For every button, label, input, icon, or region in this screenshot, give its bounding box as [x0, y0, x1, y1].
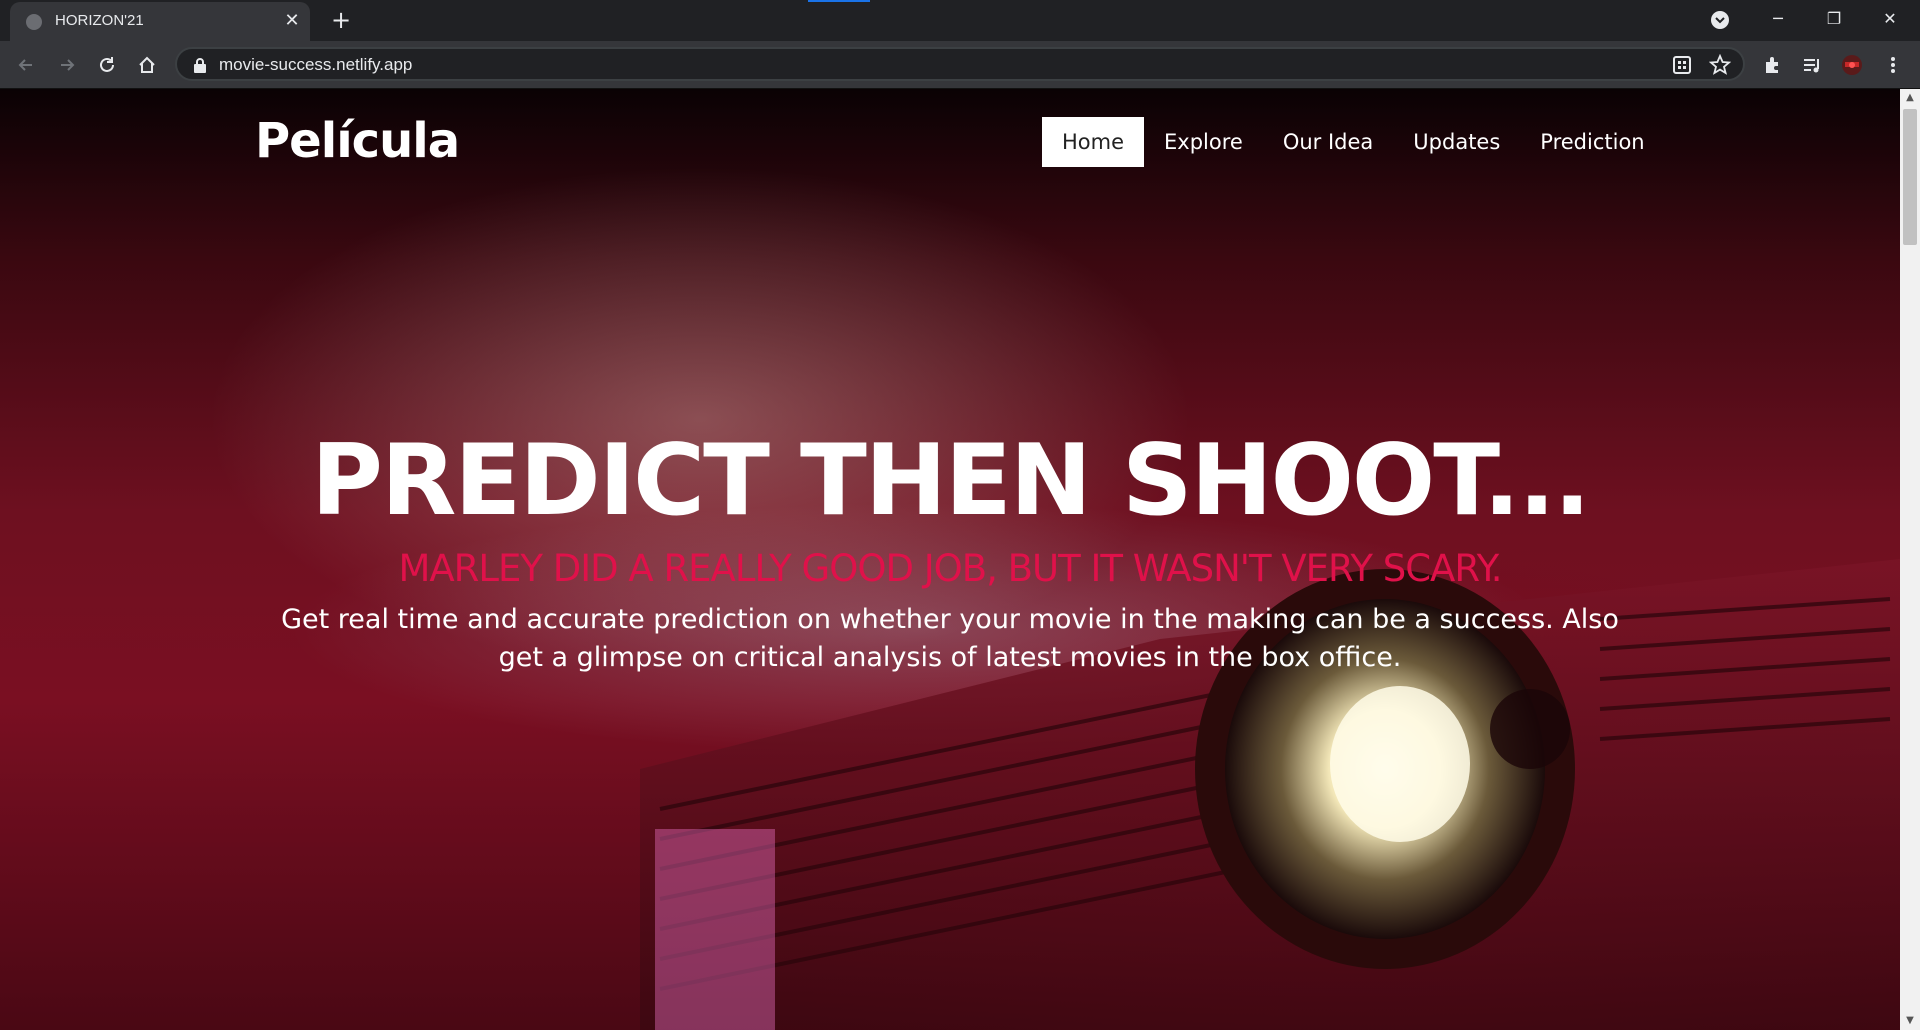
restore-button[interactable]: ❐: [1806, 0, 1862, 38]
main-nav: Home Explore Our Idea Updates Prediction: [1042, 117, 1665, 167]
back-icon[interactable]: [10, 49, 42, 81]
menu-kebab-icon[interactable]: [1877, 49, 1909, 81]
extensions-icon[interactable]: [1756, 49, 1788, 81]
hero-title: PREDICT THEN SHOOT...: [311, 424, 1591, 538]
nav-item-updates[interactable]: Updates: [1393, 117, 1520, 167]
globe-icon: [26, 14, 42, 30]
nav-item-explore[interactable]: Explore: [1144, 117, 1263, 167]
media-control-icon[interactable]: [1796, 49, 1828, 81]
scroll-down-arrow-icon[interactable]: ▼: [1900, 1012, 1920, 1030]
tab-strip-accent: [808, 0, 870, 2]
home-icon[interactable]: [131, 49, 163, 81]
page-scrollbar[interactable]: ▲ ▼: [1900, 89, 1920, 1030]
new-tab-button[interactable]: +: [326, 5, 356, 35]
forward-icon[interactable]: [51, 49, 83, 81]
scroll-up-arrow-icon[interactable]: ▲: [1900, 89, 1920, 107]
bookmark-star-icon[interactable]: [1709, 54, 1731, 76]
window-close-button[interactable]: ✕: [1862, 0, 1918, 38]
url-text[interactable]: movie-success.netlify.app: [219, 55, 412, 75]
qr-code-icon[interactable]: [1671, 54, 1693, 76]
minimize-button[interactable]: ─: [1750, 0, 1806, 38]
nav-item-home[interactable]: Home: [1042, 117, 1145, 167]
hero-description: Get real time and accurate prediction on…: [281, 604, 1619, 673]
tab-search-icon[interactable]: [1710, 10, 1730, 30]
browser-toolbar: movie-success.netlify.app: [0, 41, 1920, 89]
profile-avatar[interactable]: [1836, 49, 1868, 81]
tab-strip: HORIZON'21 ✕ + ─ ❐ ✕: [0, 0, 1920, 41]
nav-item-our-idea[interactable]: Our Idea: [1263, 117, 1393, 167]
scroll-thumb[interactable]: [1903, 109, 1917, 245]
page-viewport: Película Home Explore Our Idea Updates P…: [0, 89, 1900, 1030]
tab-title: HORIZON'21: [55, 12, 144, 29]
browser-tab[interactable]: HORIZON'21 ✕: [10, 2, 310, 41]
reload-icon[interactable]: [91, 49, 123, 81]
lock-icon: [194, 58, 206, 73]
nav-item-prediction[interactable]: Prediction: [1520, 117, 1664, 167]
address-bar[interactable]: movie-success.netlify.app: [175, 47, 1745, 81]
site-logo[interactable]: Película: [255, 113, 460, 169]
tab-close-button[interactable]: ✕: [280, 8, 304, 34]
hero-quote: MARLEY DID A REALLY GOOD JOB, BUT IT WAS…: [398, 547, 1502, 590]
